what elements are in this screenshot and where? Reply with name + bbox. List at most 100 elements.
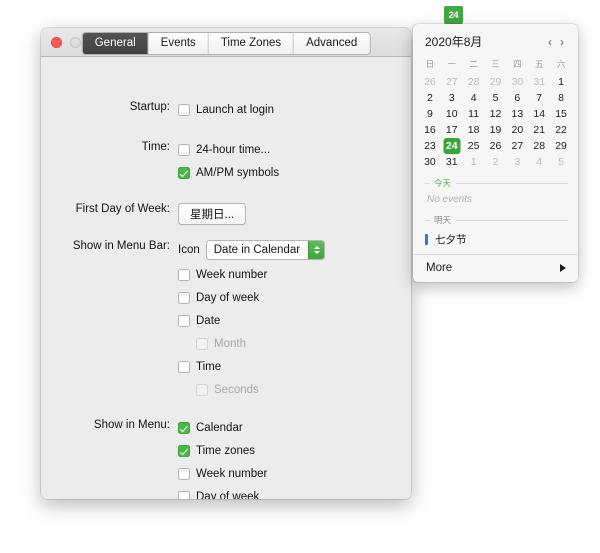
minimize-window-icon[interactable]: [70, 36, 81, 48]
calendar-day[interactable]: 26: [485, 138, 507, 154]
startup-label: Startup:: [129, 101, 170, 113]
calendar-day[interactable]: 28: [463, 74, 485, 90]
calendar-day[interactable]: 4: [528, 154, 550, 170]
calendar-day[interactable]: 2: [485, 154, 507, 170]
stepper-icon[interactable]: [308, 241, 325, 259]
calendar-day[interactable]: 20: [506, 122, 528, 138]
calendar-day[interactable]: 21: [528, 122, 550, 138]
checkbox-menubar-time[interactable]: Time: [178, 358, 411, 376]
calendar-day[interactable]: 28: [528, 138, 550, 154]
checkbox-box-icon: [178, 468, 190, 480]
calendar-day[interactable]: 31: [441, 154, 463, 170]
calendar-popover: 2020年8月 ‹ › 日 一 二 三 四 五 六 26 27 28 29 30…: [413, 24, 578, 282]
calendar-day[interactable]: 30: [506, 74, 528, 90]
checkbox-menu-time-zones[interactable]: Time zones: [178, 442, 411, 460]
calendar-day[interactable]: 16: [419, 122, 441, 138]
checkbox-menu-week-number[interactable]: Week number: [178, 465, 411, 483]
checkbox-label: Seconds: [214, 384, 259, 396]
first-day-label: First Day of Week:: [75, 203, 170, 215]
calendar-day[interactable]: 29: [550, 138, 572, 154]
checkbox-box-icon: [178, 104, 190, 116]
tab-events[interactable]: Events: [148, 33, 209, 54]
menubar-calendar-icon[interactable]: 24: [444, 6, 463, 24]
checkbox-menu-calendar[interactable]: Calendar: [178, 419, 411, 437]
calendar-day[interactable]: 1: [550, 74, 572, 90]
calendar-day[interactable]: 6: [506, 90, 528, 106]
calendar-day[interactable]: 3: [506, 154, 528, 170]
checkbox-box-icon: [178, 292, 190, 304]
event-color-bar: [425, 234, 428, 245]
calendar-day[interactable]: 31: [528, 74, 550, 90]
more-row[interactable]: More: [413, 255, 578, 282]
checkbox-menu-day-of-week[interactable]: Day of week: [178, 488, 411, 499]
checkbox-label: Launch at login: [196, 104, 275, 116]
calendar-day[interactable]: 5: [550, 154, 572, 170]
checkbox-menubar-date[interactable]: Date: [178, 312, 411, 330]
time-label: Time:: [141, 141, 170, 153]
calendar-day[interactable]: 27: [506, 138, 528, 154]
calendar-day[interactable]: 22: [550, 122, 572, 138]
calendar-day[interactable]: 15: [550, 106, 572, 122]
checkbox-menubar-month: Month: [196, 335, 411, 353]
calendar-day[interactable]: 17: [441, 122, 463, 138]
checkbox-label: Time: [196, 361, 222, 373]
tab-advanced[interactable]: Advanced: [294, 33, 370, 54]
checkbox-checked-icon: [178, 167, 190, 179]
weekday-header: 四: [513, 59, 522, 69]
checkbox-box-icon: [196, 384, 208, 396]
checkbox-label: Day of week: [196, 292, 260, 304]
checkbox-menubar-week-number[interactable]: Week number: [178, 266, 411, 284]
calendar-day[interactable]: 27: [441, 74, 463, 90]
event-title: 七夕节: [435, 234, 467, 246]
weekday-header: 一: [447, 59, 457, 69]
calendar-day-today[interactable]: 24: [441, 138, 463, 154]
calendar-day[interactable]: 23: [419, 138, 441, 154]
calendar-day[interactable]: 26: [419, 74, 441, 90]
calendar-day[interactable]: 10: [441, 106, 463, 122]
next-month-icon[interactable]: ›: [556, 36, 568, 48]
tab-time-zones[interactable]: Time Zones: [208, 33, 295, 54]
checkbox-24-hour-time[interactable]: 24-hour time...: [178, 141, 411, 159]
event-item[interactable]: 七夕节: [413, 228, 578, 254]
tomorrow-section-header: 明天: [413, 211, 578, 228]
calendar-day[interactable]: 19: [485, 122, 507, 138]
first-day-of-week-button[interactable]: 星期日...: [178, 203, 247, 225]
previous-month-icon[interactable]: ‹: [544, 36, 556, 48]
calendar-day[interactable]: 1: [463, 154, 485, 170]
calendar-day[interactable]: 29: [485, 74, 507, 90]
menu-bar-icon-select[interactable]: Date in Calendar: [205, 240, 326, 260]
calendar-day[interactable]: 5: [485, 90, 507, 106]
checkbox-menubar-day-of-week[interactable]: Day of week: [178, 289, 411, 307]
select-value: Date in Calendar: [213, 244, 301, 256]
calendar-day[interactable]: 7: [528, 90, 550, 106]
calendar-day[interactable]: 13: [506, 106, 528, 122]
calendar-day[interactable]: 4: [463, 90, 485, 106]
tab-general[interactable]: General: [82, 33, 149, 54]
calendar-day[interactable]: 18: [463, 122, 485, 138]
weekday-header: 六: [556, 59, 566, 69]
divider: [425, 182, 430, 184]
calendar-day[interactable]: 8: [550, 90, 572, 106]
calendar-day[interactable]: 14: [528, 106, 550, 122]
checkbox-box-icon: [178, 491, 190, 499]
checkbox-box-icon: [178, 144, 190, 156]
calendar-day[interactable]: 25: [463, 138, 485, 154]
calendar-day[interactable]: 9: [419, 106, 441, 122]
divider: [456, 182, 568, 184]
weekday-header: 日: [425, 59, 435, 69]
calendar-day[interactable]: 30: [419, 154, 441, 170]
close-window-icon[interactable]: [51, 36, 62, 48]
checkbox-launch-at-login[interactable]: Launch at login: [178, 101, 411, 119]
checkbox-label: Calendar: [196, 422, 243, 434]
calendar-day[interactable]: 3: [441, 90, 463, 106]
divider: [456, 219, 568, 221]
checkbox-ampm-symbols[interactable]: AM/PM symbols: [178, 164, 411, 182]
chevron-right-icon: [560, 264, 566, 272]
row-show-in-menu-bar: Show in Menu Bar: Icon Date in Calendar …: [41, 240, 411, 404]
menu-bar-icon-field: Icon Date in Calendar: [178, 240, 411, 260]
calendar-day[interactable]: 12: [485, 106, 507, 122]
checkbox-label: Time zones: [196, 445, 256, 457]
calendar-grid: 日 一 二 三 四 五 六 26 27 28 29 30 31 1 2 3 4 …: [413, 53, 578, 174]
calendar-day[interactable]: 2: [419, 90, 441, 106]
calendar-day[interactable]: 11: [463, 106, 485, 122]
